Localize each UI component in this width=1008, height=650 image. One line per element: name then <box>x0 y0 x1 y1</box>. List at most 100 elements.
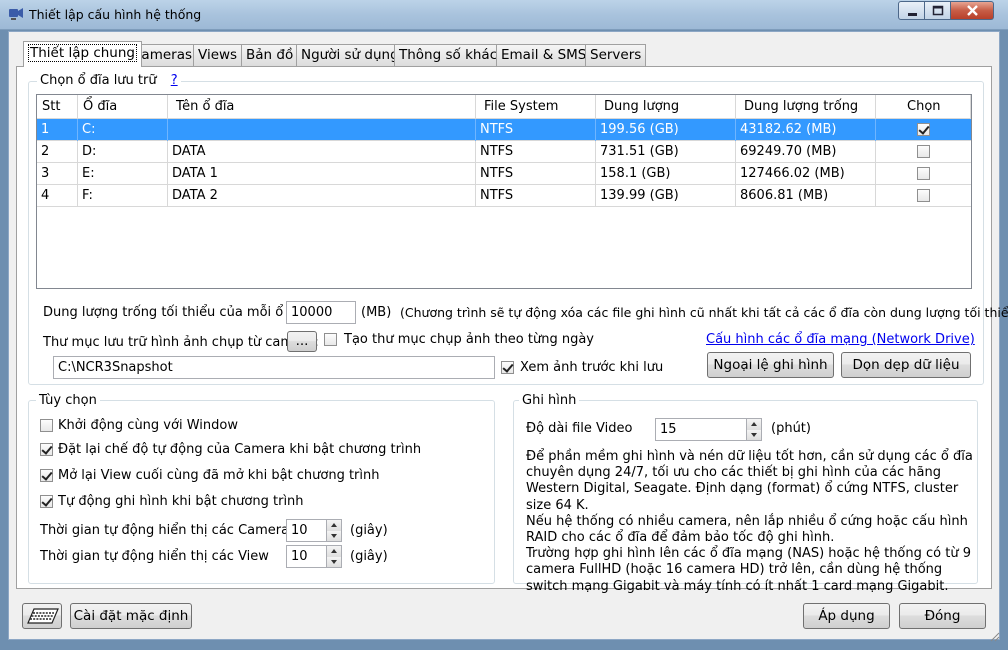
spin-down-button[interactable] <box>746 429 761 440</box>
cell-drive: C: <box>78 119 168 141</box>
recording-exception-button[interactable]: Ngoại lệ ghi hình <box>707 352 834 378</box>
close-icon <box>967 5 978 16</box>
snapshot-path-input[interactable]: C:\NCR3Snapshot <box>53 356 495 379</box>
drive-select-checkbox[interactable] <box>917 123 930 136</box>
up-arrow-icon <box>751 422 757 426</box>
daily-folder-label: Tạo thư mục chụp ảnh theo từng ngày <box>344 332 595 347</box>
up-arrow-icon <box>331 549 337 553</box>
tab-users[interactable]: Người sử dụng <box>296 44 404 66</box>
spin-down-button[interactable] <box>326 530 341 541</box>
cell-drive-name: DATA 2 <box>168 185 476 207</box>
cell-stt: 3 <box>37 163 78 185</box>
cell-drive-name: DATA 1 <box>168 163 476 185</box>
browse-folder-button[interactable]: ... <box>287 331 317 352</box>
reset-camera-auto-mode-checkbox[interactable] <box>40 443 53 456</box>
drive-select-checkbox[interactable] <box>917 189 930 202</box>
cell-capacity: 731.51 (GB) <box>596 141 736 163</box>
help-link[interactable]: ? <box>171 73 178 88</box>
storage-group-caption: Chọn ổ đĩa lưu trữ ? <box>37 73 181 88</box>
auto-record-on-start-label: Tự động ghi hình khi bật chương trình <box>58 494 304 509</box>
camera-display-time-spinner[interactable]: 10 <box>286 519 342 542</box>
title-bar[interactable]: Thiết lập cấu hình hệ thống <box>0 0 1008 30</box>
video-length-spinner[interactable]: 15 <box>655 418 762 441</box>
reset-defaults-button[interactable]: Cài đặt mặc định <box>70 603 192 629</box>
col-header-free-space[interactable]: Dung lượng trống <box>736 95 876 119</box>
cell-free-space: 43182.62 (MB) <box>736 119 876 141</box>
view-display-time-value: 10 <box>291 549 308 564</box>
network-drive-link[interactable]: Cấu hình các ổ đĩa mạng (Network Drive) <box>706 332 975 347</box>
col-header-select[interactable]: Chọn <box>876 95 971 119</box>
video-length-unit: (phút) <box>771 421 811 436</box>
drive-table[interactable]: Stt Ổ đĩa Tên ổ đĩa File System Dung lượ… <box>36 94 972 289</box>
cell-stt: 4 <box>37 185 78 207</box>
tab-map[interactable]: Bản đồ <box>241 44 299 66</box>
keyboard-button[interactable] <box>22 603 62 629</box>
down-arrow-icon <box>331 559 337 564</box>
view-display-time-spinner[interactable]: 10 <box>286 545 342 568</box>
close-button[interactable]: Đóng <box>899 603 986 629</box>
table-row[interactable]: 2 D: DATA NTFS 731.51 (GB) 69249.70 (MB) <box>37 141 971 163</box>
min-free-note: (Chương trình sẽ tự động xóa các file gh… <box>400 305 1008 320</box>
cell-free-space: 8606.81 (MB) <box>736 185 876 207</box>
start-with-windows-label: Khởi động cùng với Window <box>58 418 238 433</box>
col-header-drive-name[interactable]: Tên ổ đĩa <box>168 95 476 119</box>
cell-stt: 1 <box>37 119 78 141</box>
app-icon <box>9 8 23 20</box>
video-length-label: Độ dài file Video <box>526 421 633 436</box>
tab-general[interactable]: Thiết lập chung <box>23 41 142 67</box>
recording-group-caption: Ghi hình <box>519 393 580 408</box>
cell-drive-name <box>168 119 476 141</box>
auto-record-on-start-checkbox[interactable] <box>40 495 53 508</box>
reopen-last-view-label: Mở lại View cuối cùng đã mở khi bật chươ… <box>58 468 380 483</box>
cleanup-data-button[interactable]: Dọn dẹp dữ liệu <box>841 352 971 378</box>
minimize-button[interactable] <box>898 1 925 20</box>
table-row[interactable]: 1 C: NTFS 199.56 (GB) 43182.62 (MB) <box>37 119 971 141</box>
cell-stt: 2 <box>37 141 78 163</box>
tab-other-params[interactable]: Thông số khác <box>394 44 503 66</box>
min-free-input[interactable]: 10000 <box>286 301 356 324</box>
tab-views[interactable]: Views <box>193 44 243 66</box>
keyboard-icon <box>27 608 59 624</box>
recording-advice-text: Để phần mềm ghi hình và nén dữ liệu tốt … <box>526 449 973 594</box>
cell-file-system: NTFS <box>476 119 596 141</box>
min-free-label: Dung lượng trống tối thiểu của mỗi ổ đĩa… <box>43 305 312 320</box>
col-header-drive[interactable]: Ổ đĩa <box>78 95 168 119</box>
cell-free-space: 127466.02 (MB) <box>736 163 876 185</box>
spin-up-button[interactable] <box>746 419 761 430</box>
reopen-last-view-checkbox[interactable] <box>40 469 53 482</box>
preview-before-save-label: Xem ảnh trước khi lưu <box>520 360 664 375</box>
close-window-button[interactable] <box>951 1 994 20</box>
table-row[interactable]: 4 F: DATA 2 NTFS 139.99 (GB) 8606.81 (MB… <box>37 185 971 207</box>
cell-capacity: 139.99 (GB) <box>596 185 736 207</box>
down-arrow-icon <box>751 432 757 437</box>
table-row[interactable]: 3 E: DATA 1 NTFS 158.1 (GB) 127466.02 (M… <box>37 163 971 185</box>
tab-email-sms[interactable]: Email & SMS <box>496 44 592 66</box>
options-group-caption: Tùy chọn <box>36 393 100 408</box>
cell-file-system: NTFS <box>476 163 596 185</box>
drive-select-checkbox[interactable] <box>917 167 930 180</box>
spin-up-button[interactable] <box>326 520 341 531</box>
preview-before-save-checkbox[interactable] <box>501 361 514 374</box>
col-header-file-system[interactable]: File System <box>476 95 596 119</box>
drive-select-checkbox[interactable] <box>917 145 930 158</box>
spin-up-button[interactable] <box>326 546 341 557</box>
maximize-button[interactable] <box>925 1 951 20</box>
tab-servers[interactable]: Servers <box>585 44 647 66</box>
cell-capacity: 199.56 (GB) <box>596 119 736 141</box>
maximize-icon <box>932 5 944 16</box>
apply-button[interactable]: Áp dụng <box>803 603 890 629</box>
col-header-capacity[interactable]: Dung lượng <box>596 95 736 119</box>
resize-grip-icon[interactable] <box>988 630 1000 642</box>
spin-down-button[interactable] <box>326 556 341 567</box>
cell-file-system: NTFS <box>476 185 596 207</box>
daily-folder-checkbox[interactable] <box>324 333 337 346</box>
view-display-time-unit: (giây) <box>350 549 388 564</box>
camera-display-time-label: Thời gian tự động hiển thị các Camera <box>40 523 290 538</box>
tab-general-label: Thiết lập chung <box>28 44 137 62</box>
cell-capacity: 158.1 (GB) <box>596 163 736 185</box>
start-with-windows-checkbox[interactable] <box>40 419 53 432</box>
cell-drive: F: <box>78 185 168 207</box>
col-header-stt[interactable]: Stt <box>37 95 78 119</box>
down-arrow-icon <box>331 533 337 538</box>
video-length-value: 15 <box>660 422 677 437</box>
